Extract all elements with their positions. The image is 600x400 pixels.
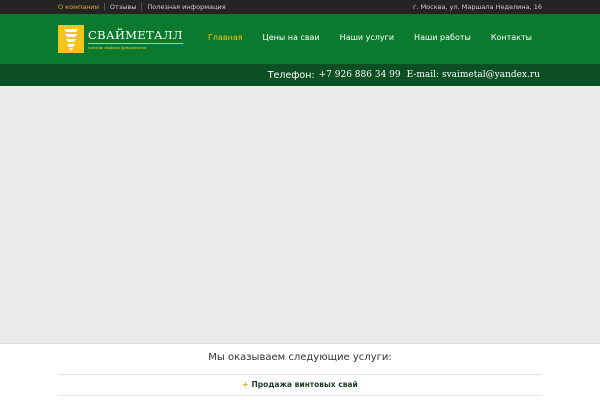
nav-item-contacts[interactable]: Контакты [491,33,532,42]
top-bar: О компании Отзывы Полезная информация г.… [0,0,600,14]
service-item[interactable]: + Продажа винтовых свай [0,380,600,389]
logo[interactable]: СВАЙМЕТАЛЛ монтаж свайных фундаментов [58,25,183,53]
nav-item-works[interactable]: Наши работы [414,33,471,42]
hero-slider-area [0,86,600,344]
nav-item-services[interactable]: Наши услуги [340,33,394,42]
top-link-about[interactable]: О компании [58,3,104,11]
nav-item-pile-prices[interactable]: Цены на сваи [263,33,320,42]
email-link[interactable]: E-mail: svaimetal@yandex.ru [407,70,540,80]
phone-number[interactable]: +7 926 886 34 99 [319,70,401,80]
divider [58,374,542,375]
logo-subtitle: монтаж свайных фундаментов [88,46,147,50]
plus-icon: + [242,380,249,389]
phone-label: Телефон: [267,69,315,81]
service-item-label: Продажа винтовых свай [251,380,358,389]
main-nav: Главная Цены на сваи Наши услуги Наши ра… [188,14,532,60]
screw-pile-icon [58,25,84,53]
top-link-useful-info[interactable]: Полезная информация [141,3,230,11]
site-header: СВАЙМЕТАЛЛ монтаж свайных фундаментов Гл… [0,14,600,64]
divider [58,395,542,396]
top-links: О компании Отзывы Полезная информация [58,0,231,14]
logo-title: СВАЙМЕТАЛЛ [88,28,183,44]
services-heading: Мы оказываем следующие услуги: [208,352,392,363]
nav-item-home[interactable]: Главная [208,33,243,42]
contact-bar: Телефон: +7 926 886 34 99 E-mail: svaime… [0,64,600,86]
top-link-reviews[interactable]: Отзывы [103,3,141,11]
address-text: г. Москва, ул. Маршала Неделина, 16 [413,3,542,11]
